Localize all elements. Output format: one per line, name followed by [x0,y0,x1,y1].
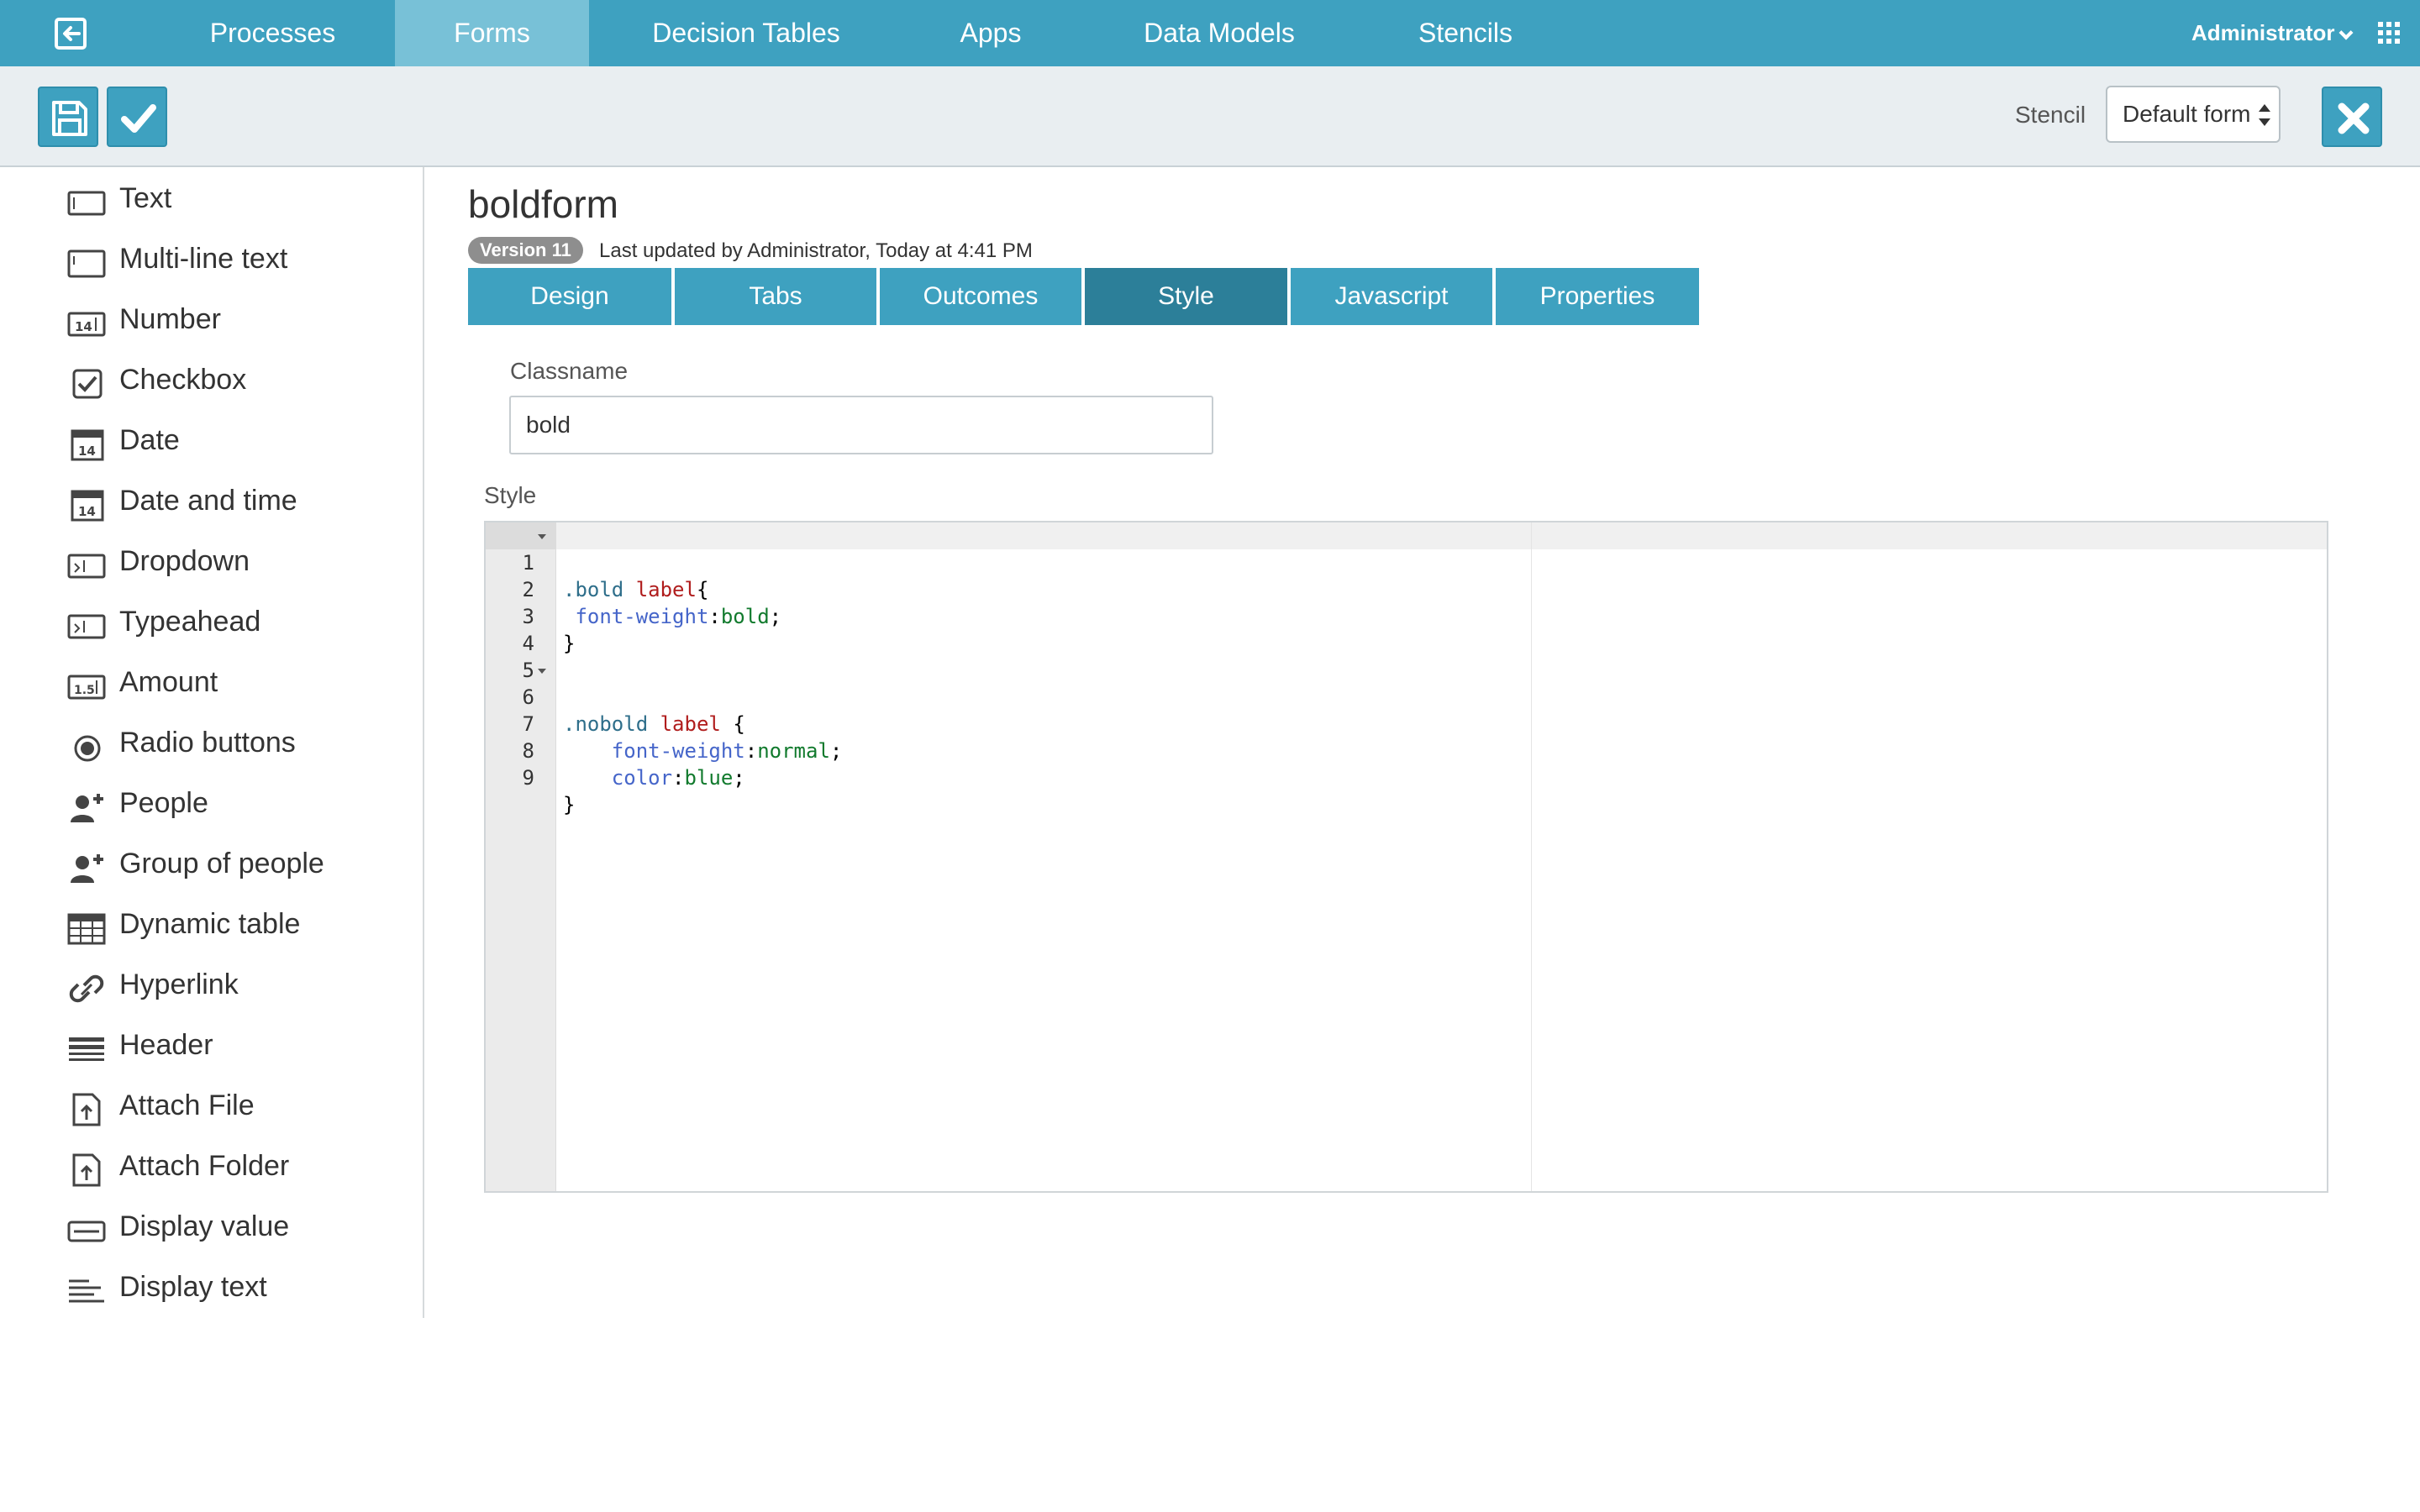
checkmark-icon [121,104,156,133]
nav-forms[interactable]: Forms [395,0,589,76]
close-button[interactable] [2322,87,2382,147]
nav-decision-tables[interactable]: Decision Tables [637,0,855,66]
palette-item-display-text[interactable]: Display text [67,1266,403,1313]
stencil-select[interactable]: Default form [2106,86,2281,143]
stencil-label: Stencil [2015,102,2086,128]
palette-item-date-and-time[interactable]: 14 Date and time [67,480,403,527]
palette-item-amount[interactable]: 1.5 Amount [67,661,403,708]
text-field-icon [67,191,106,216]
classname-label: Classname [510,358,629,384]
nav-data-models[interactable]: Data Models [1123,0,1316,66]
dropdown-icon [67,554,106,579]
last-updated-text: Last updated by Administrator, Today at … [599,239,1033,262]
apps-grid-icon[interactable] [2378,22,2400,44]
svg-text:1.5: 1.5 [74,684,95,697]
form-title: boldform [468,182,618,226]
tab-tabs[interactable]: Tabs [675,268,876,325]
attach-file-icon [72,1093,101,1126]
tab-javascript[interactable]: Javascript [1291,268,1492,325]
palette-item-checkbox[interactable]: Checkbox [67,359,403,406]
person-add-icon [71,794,103,822]
editor-toolbar: Stencil Default form [0,66,2420,167]
style-label: Style [484,482,537,508]
palette-item-hyperlink[interactable]: Hyperlink [67,963,403,1011]
fold-arrow-icon[interactable] [538,534,546,539]
display-text-icon [69,1279,104,1303]
palette-item-attach-file[interactable]: Attach File [67,1084,403,1131]
palette-item-attach-folder[interactable]: Attach Folder [67,1145,403,1192]
display-value-icon [67,1221,106,1242]
table-icon [67,913,106,945]
palette-item-text[interactable]: Text [67,177,403,224]
code-line: 7 font-weight:normal; [486,684,2327,763]
code-line: 6 .nobold label { [486,657,2327,736]
palette-item-dropdown[interactable]: Dropdown [67,540,403,587]
palette-item-radio-buttons[interactable]: Radio buttons [67,722,403,769]
palette-item-header[interactable]: Header [67,1024,403,1071]
tab-properties[interactable]: Properties [1496,268,1699,325]
nav-processes[interactable]: Processes [187,0,359,66]
amount-icon: 1.5 [67,675,106,700]
form-field-palette: Text Multi-line text 14 Number Checkbox … [0,167,424,1318]
palette-item-people[interactable]: People [67,782,403,829]
code-line-text: } [563,793,576,816]
floppy-disk-icon [52,101,87,136]
number-icon: 14 [67,312,106,337]
nav-stencils[interactable]: Stencils [1395,0,1536,66]
palette-item-display-value[interactable]: Display value [67,1205,403,1252]
typeahead-icon [67,614,106,639]
code-line: 5 [486,630,2327,682]
select-arrows-icon [2259,104,2270,126]
tab-design[interactable]: Design [468,268,671,325]
group-add-icon [71,854,103,883]
code-line-text: color:blue; [611,766,745,790]
style-code-editor[interactable]: 1 .bold label{ 2 font-weight:bold; 3 } 4… [484,521,2328,1193]
tab-outcomes[interactable]: Outcomes [880,268,1081,325]
palette-item-dynamic-table[interactable]: Dynamic table [67,903,403,950]
code-line: 4 [486,603,2327,655]
palette-item-group-of-people[interactable]: Group of people [67,843,403,890]
palette-item-date[interactable]: 14 Date [67,419,403,466]
link-icon [69,974,104,1003]
checkbox-icon [72,369,103,399]
code-line: 1 .bold label{ [486,522,2327,601]
classname-input[interactable] [509,396,1213,454]
save-button[interactable] [38,87,98,147]
svg-text:14: 14 [78,444,96,459]
attach-folder-icon [72,1153,101,1187]
tab-style[interactable]: Style [1085,268,1287,325]
palette-item-number[interactable]: 14 Number [67,298,403,345]
svg-text:14: 14 [78,504,96,519]
code-line: 8 color:blue; [486,711,2327,790]
code-line: 9 } [486,738,2327,816]
multiline-text-icon [67,249,106,278]
stencil-selected-value: Default form [2123,101,2251,127]
user-menu[interactable]: Administrator [2191,0,2354,66]
version-badge: Version 11 [468,237,583,264]
radio-icon [74,735,101,762]
header-icon [69,1037,104,1061]
calendar-icon: 14 [71,429,104,461]
close-icon [2338,102,2370,134]
palette-item-typeahead[interactable]: Typeahead [67,601,403,648]
form-editor-tabs: Design Tabs Outcomes Style Javascript Pr… [468,268,1699,325]
save-and-close-button[interactable] [107,87,167,147]
code-line: 3 } [486,576,2327,655]
nav-apps[interactable]: Apps [941,0,1040,66]
svg-text:14: 14 [75,319,92,334]
top-navigation-bar: Processes Forms Decision Tables Apps Dat… [0,0,2420,76]
line-number: 9 [522,766,534,790]
fold-arrow-icon[interactable] [538,669,546,674]
calendar-icon: 14 [71,490,104,522]
chevron-down-icon [2338,25,2354,40]
back-arrow-icon[interactable] [54,17,87,50]
palette-item-multiline-text[interactable]: Multi-line text [67,238,403,285]
code-line: 2 font-weight:bold; [486,549,2327,628]
